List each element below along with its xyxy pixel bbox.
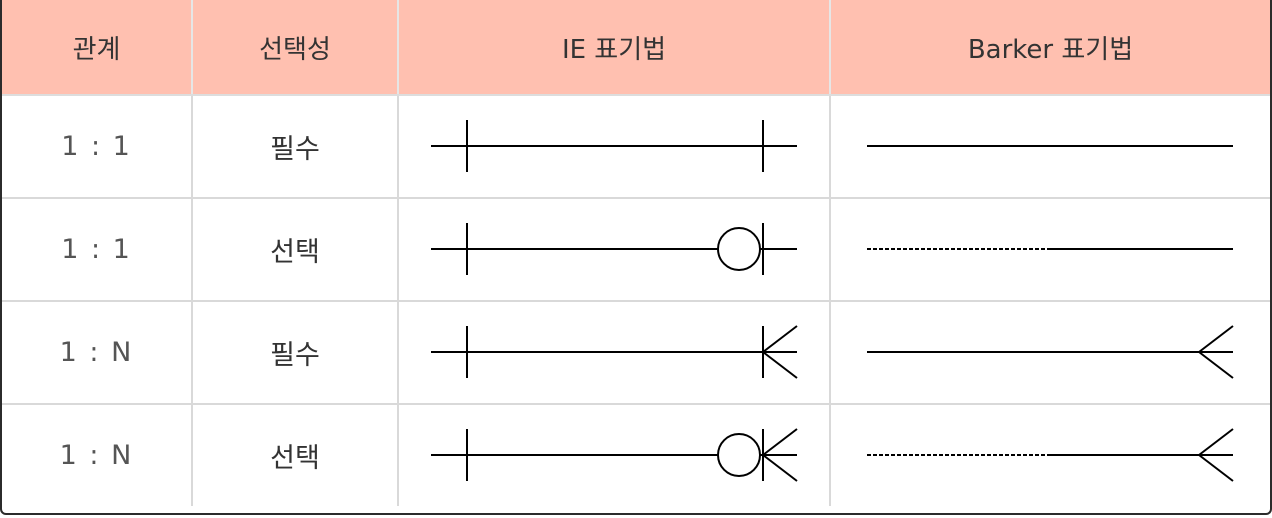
ie-notation-cell (397, 300, 831, 405)
ie-one-or-many-symbol (431, 325, 798, 379)
relation-cell: 1 : 1 (2, 94, 193, 199)
ie-one-optional-symbol (431, 223, 797, 275)
ie-one-mandatory-symbol (431, 120, 797, 172)
header-ie-notation: IE 표기법 (397, 0, 831, 96)
ie-notation-cell (397, 94, 831, 199)
barker-crows-foot-symbol (867, 325, 1234, 379)
header-row: 관계 선택성 IE 표기법 Barker 표기법 (2, 0, 1270, 96)
header-barker-notation: Barker 표기법 (829, 0, 1270, 96)
erd-notation-table: 관계 선택성 IE 표기법 Barker 표기법 1 : 1 필수 1: 1 … (2, 0, 1270, 506)
barker-dashed-line-symbol (867, 248, 1233, 250)
relation-cell: 1 : N (2, 403, 193, 506)
optionality-cell: 필수 (191, 94, 399, 199)
optionality-cell: 필수 (191, 300, 399, 405)
table-row: 1 : 1 선택 (2, 197, 1270, 302)
barker-notation-cell (829, 197, 1270, 302)
header-relation: 관계 (2, 0, 193, 96)
barker-solid-line-symbol (867, 145, 1233, 147)
ie-zero-or-many-symbol (431, 428, 798, 482)
relation-cell: 1 : 1 (2, 197, 193, 302)
barker-notation-cell (829, 403, 1270, 506)
header-optionality: 선택성 (191, 0, 399, 96)
barker-notation-cell (829, 94, 1270, 199)
relation-cell: 1 : N (2, 300, 193, 405)
table-row: 1 : N 필수 (2, 300, 1270, 405)
ie-notation-cell (397, 403, 831, 506)
table-row: 1 : 1 필수 (2, 94, 1270, 199)
optionality-cell: 선택 (191, 403, 399, 506)
ie-notation-cell (397, 197, 831, 302)
table-row: 1 : N 선택 (2, 403, 1270, 506)
barker-notation-cell (829, 300, 1270, 405)
notation-table-frame: 관계 선택성 IE 표기법 Barker 표기법 1 : 1 필수 1: 1 … (0, 0, 1272, 515)
barker-dashed-crows-foot-symbol (867, 428, 1234, 482)
optionality-cell: 선택 (191, 197, 399, 302)
